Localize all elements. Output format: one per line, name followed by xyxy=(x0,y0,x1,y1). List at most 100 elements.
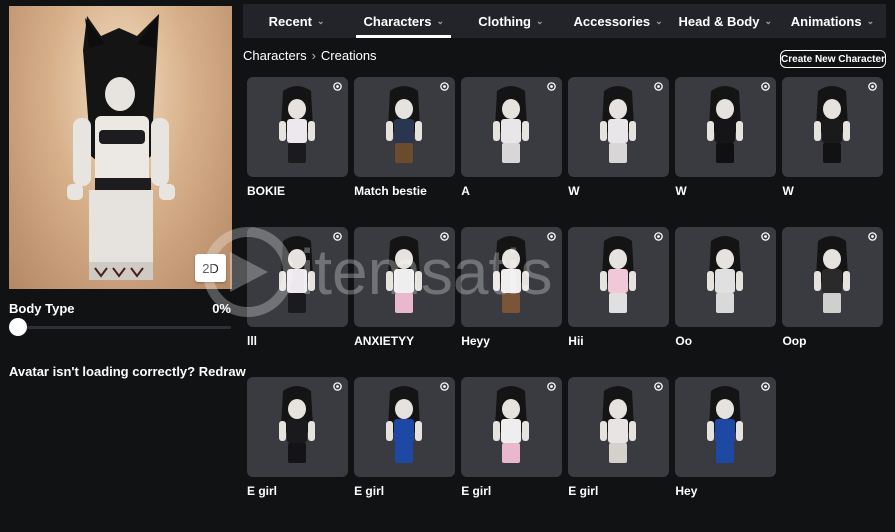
character-name: Heyy xyxy=(461,334,490,348)
character-figure xyxy=(386,386,423,463)
character-figure xyxy=(493,86,530,163)
character-thumbnail[interactable] xyxy=(247,77,348,177)
character-figure xyxy=(279,86,315,163)
gear-icon[interactable] xyxy=(546,231,557,242)
character-thumbnail[interactable] xyxy=(675,227,777,327)
character-card[interactable]: W xyxy=(675,77,777,227)
character-name: W xyxy=(568,184,580,198)
body-type-slider-thumb[interactable] xyxy=(9,318,27,336)
character-name: Hey xyxy=(675,484,698,498)
chevron-right-icon: › xyxy=(311,48,316,63)
gear-icon[interactable] xyxy=(760,81,771,92)
tab-clothing[interactable]: Clothing ⌄ xyxy=(457,4,564,38)
character-figure xyxy=(386,86,423,163)
gear-icon[interactable] xyxy=(439,231,450,242)
character-card[interactable]: W xyxy=(782,77,884,227)
character-thumbnail[interactable] xyxy=(354,77,456,177)
gear-icon[interactable] xyxy=(760,231,771,242)
character-name: BOKIE xyxy=(247,184,286,198)
avatar-figure xyxy=(67,14,175,280)
tab-head-body[interactable]: Head & Body ⌄ xyxy=(672,4,779,38)
gear-icon[interactable] xyxy=(332,231,343,242)
character-thumbnail[interactable] xyxy=(675,377,777,477)
character-card[interactable]: Heyy xyxy=(461,227,563,377)
gear-icon[interactable] xyxy=(867,81,878,92)
chevron-down-icon: ⌄ xyxy=(536,15,544,26)
breadcrumb: Characters › Creations xyxy=(243,48,377,63)
character-thumbnail[interactable] xyxy=(461,227,563,327)
character-figure xyxy=(600,86,637,163)
body-type-value: 0% xyxy=(212,301,231,316)
gear-icon[interactable] xyxy=(653,81,664,92)
breadcrumb-parent[interactable]: Characters xyxy=(243,48,307,63)
character-figure xyxy=(493,236,530,313)
character-thumbnail[interactable] xyxy=(782,227,884,327)
body-type-slider-track[interactable] xyxy=(9,326,231,329)
character-card[interactable]: W xyxy=(568,77,670,227)
character-name: E girl xyxy=(568,484,599,498)
character-thumbnail[interactable] xyxy=(354,227,456,327)
character-card[interactable]: E girl xyxy=(461,377,563,527)
character-name: W xyxy=(782,184,794,198)
character-name: ANXIETYY xyxy=(354,334,415,348)
character-thumbnail[interactable] xyxy=(675,77,777,177)
character-thumbnail[interactable] xyxy=(247,377,348,477)
gear-icon[interactable] xyxy=(332,381,343,392)
character-figure xyxy=(386,236,423,313)
view-2d-button[interactable]: 2D xyxy=(195,254,226,282)
character-name: W xyxy=(675,184,687,198)
character-figure xyxy=(279,236,315,313)
character-card[interactable]: lll xyxy=(247,227,348,377)
avatar-preview[interactable]: 2D xyxy=(9,6,232,289)
character-thumbnail[interactable] xyxy=(354,377,456,477)
character-card[interactable]: Match bestie xyxy=(354,77,456,227)
gear-icon[interactable] xyxy=(546,381,557,392)
chevron-down-icon: ⌄ xyxy=(436,15,444,26)
tab-label: Head & Body xyxy=(678,13,760,29)
gear-icon[interactable] xyxy=(439,381,450,392)
character-card[interactable]: E girl xyxy=(568,377,670,527)
character-thumbnail[interactable] xyxy=(568,377,670,477)
tab-characters[interactable]: Characters ⌄ xyxy=(350,4,457,38)
gear-icon[interactable] xyxy=(653,231,664,242)
character-name: Match bestie xyxy=(354,184,427,198)
character-thumbnail[interactable] xyxy=(247,227,348,327)
tab-label: Characters xyxy=(363,13,432,29)
character-card[interactable]: E girl xyxy=(354,377,456,527)
gear-icon[interactable] xyxy=(760,381,771,392)
tab-recent[interactable]: Recent ⌄ xyxy=(243,4,350,38)
character-name: E girl xyxy=(247,484,278,498)
redraw-link[interactable]: Redraw xyxy=(199,364,246,379)
tab-animations[interactable]: Animations ⌄ xyxy=(779,4,886,38)
character-name: Hii xyxy=(568,334,584,348)
character-card[interactable]: ANXIETYY xyxy=(354,227,456,377)
character-card[interactable]: Hii xyxy=(568,227,670,377)
chevron-down-icon: ⌄ xyxy=(866,15,875,26)
character-card[interactable]: A xyxy=(461,77,563,227)
chevron-down-icon: ⌄ xyxy=(316,15,325,26)
gear-icon[interactable] xyxy=(439,81,450,92)
gear-icon[interactable] xyxy=(653,381,664,392)
body-type-label: Body Type xyxy=(9,301,75,316)
character-name: E girl xyxy=(461,484,492,498)
character-thumbnail[interactable] xyxy=(461,377,563,477)
create-new-character-button[interactable]: Create New Character xyxy=(780,50,886,68)
tab-label: Animations xyxy=(790,13,862,29)
character-thumbnail[interactable] xyxy=(461,77,563,177)
breadcrumb-current: Creations xyxy=(320,48,377,63)
character-figure xyxy=(707,236,744,313)
character-card[interactable]: E girl xyxy=(247,377,348,527)
gear-icon[interactable] xyxy=(867,231,878,242)
character-card[interactable]: Oo xyxy=(675,227,777,377)
character-card[interactable]: Hey xyxy=(675,377,777,527)
character-thumbnail[interactable] xyxy=(568,77,670,177)
tab-accessories[interactable]: Accessories ⌄ xyxy=(565,4,672,38)
tab-label: Recent xyxy=(268,13,312,29)
character-card[interactable]: BOKIE xyxy=(247,77,348,227)
character-card[interactable]: Oop xyxy=(782,227,884,377)
character-thumbnail[interactable] xyxy=(782,77,884,177)
character-thumbnail[interactable] xyxy=(568,227,670,327)
gear-icon[interactable] xyxy=(332,81,343,92)
gear-icon[interactable] xyxy=(546,81,557,92)
character-figure xyxy=(493,386,530,463)
